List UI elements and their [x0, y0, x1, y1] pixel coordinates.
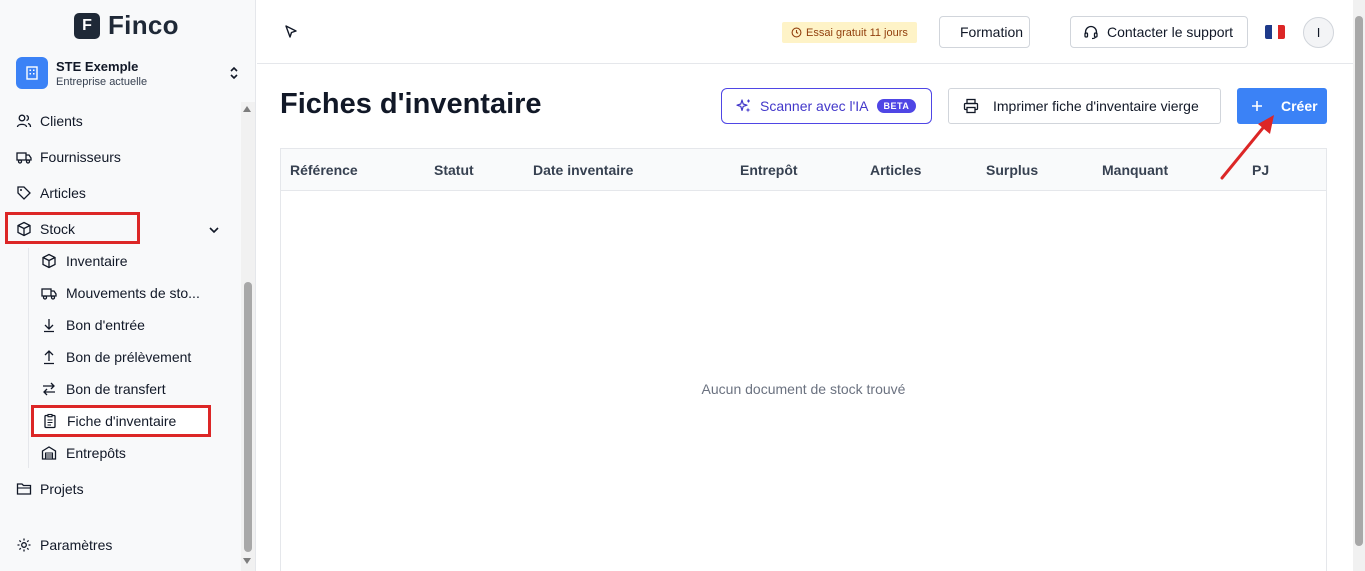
clock-icon	[791, 27, 802, 38]
folder-icon	[16, 483, 32, 495]
printer-icon	[963, 98, 979, 114]
box-icon	[17, 221, 31, 237]
sidebar-item-bon-prelevement[interactable]: Bon de prélèvement	[41, 345, 191, 369]
logo-mark: F	[74, 12, 100, 39]
scan-ai-button[interactable]: Scanner avec l'IA BETA	[721, 88, 932, 124]
scroll-up-arrow[interactable]	[243, 106, 251, 112]
sidebar-item-bon-entree[interactable]: Bon d'entrée	[41, 313, 145, 337]
user-avatar[interactable]: I	[1303, 17, 1334, 48]
print-blank-button[interactable]: Imprimer fiche d'inventaire vierge	[948, 88, 1221, 124]
sidebar-item-label: Bon de transfert	[66, 381, 166, 397]
sidebar-item-entrepots[interactable]: Entrepôts	[41, 441, 126, 465]
sidebar-scroll-thumb[interactable]	[244, 282, 252, 552]
sidebar-item-fiche-inventaire[interactable]: Fiche d'inventaire	[42, 409, 176, 433]
headset-icon	[1084, 25, 1098, 40]
users-icon	[16, 114, 32, 128]
trial-text: Essai gratuit 11 jours	[806, 26, 908, 39]
sidebar-item-label: Articles	[40, 185, 86, 201]
sidebar-item-label: Mouvements de sto...	[66, 285, 200, 301]
support-label: Contacter le support	[1107, 24, 1234, 40]
inventory-table: Référence Statut Date inventaire Entrepô…	[280, 148, 1327, 571]
sidebar-item-fournisseurs[interactable]: Fournisseurs	[16, 145, 121, 169]
sidebar-item-label: Bon de prélèvement	[66, 349, 192, 365]
sidebar-item-inventaire[interactable]: Inventaire	[41, 249, 127, 273]
sidebar-item-label: Bon d'entrée	[66, 317, 145, 333]
empty-state-message: Aucun document de stock trouvé	[701, 381, 906, 397]
sidebar-item-label: Paramètres	[40, 537, 113, 553]
column-header-statut[interactable]: Statut	[434, 162, 474, 178]
sidebar-item-label: Fiche d'inventaire	[67, 413, 177, 429]
sidebar: F Finco STE Exemple Entreprise actuelle …	[0, 0, 256, 571]
warehouse-icon	[41, 446, 57, 460]
sidebar-item-projets[interactable]: Projets	[16, 477, 84, 501]
trial-badge[interactable]: Essai gratuit 11 jours	[782, 22, 917, 43]
sparkles-icon	[736, 99, 751, 113]
sidebar-item-label: Entrepôts	[66, 445, 126, 461]
column-header-reference[interactable]: Référence	[290, 162, 358, 178]
french-flag-icon[interactable]	[1265, 25, 1285, 39]
formation-label: Formation	[960, 24, 1024, 40]
sidebar-item-mouvements[interactable]: Mouvements de sto...	[41, 281, 200, 305]
sidebar-item-label: Stock	[40, 221, 76, 237]
subnav-divider	[28, 248, 29, 468]
company-subtitle: Entreprise actuelle	[56, 75, 148, 88]
gear-icon	[17, 538, 31, 552]
topbar: Essai gratuit 11 jours Formation Contact…	[257, 0, 1353, 64]
arrow-up-icon	[44, 350, 54, 365]
truck-icon	[41, 288, 57, 300]
page-title: Fiches d'inventaire	[280, 88, 542, 120]
chevron-up-down-icon	[226, 63, 242, 83]
app-root: F Finco STE Exemple Entreprise actuelle …	[0, 0, 1365, 571]
company-switcher[interactable]: STE Exemple Entreprise actuelle	[16, 56, 242, 90]
sidebar-item-label: Clients	[40, 113, 83, 129]
sidebar-item-parametres[interactable]: Paramètres	[16, 533, 112, 557]
sidebar-item-articles[interactable]: Articles	[16, 181, 86, 205]
table-header: Référence Statut Date inventaire Entrepô…	[281, 149, 1326, 191]
box-icon	[42, 253, 56, 269]
beta-badge: BETA	[876, 99, 917, 113]
tag-icon	[17, 186, 31, 200]
sidebar-item-bon-transfert[interactable]: Bon de transfert	[41, 377, 166, 401]
sidebar-item-stock[interactable]: Stock	[16, 217, 75, 241]
sidebar-item-label: Projets	[40, 481, 84, 497]
scroll-down-arrow[interactable]	[243, 558, 251, 564]
company-name: STE Exemple	[56, 58, 139, 74]
sidebar-item-label: Fournisseurs	[40, 149, 121, 165]
chevron-down-icon[interactable]	[208, 222, 220, 240]
truck-icon	[16, 152, 32, 164]
column-header-articles[interactable]: Articles	[870, 162, 921, 178]
arrow-down-icon	[44, 319, 54, 333]
clipboard-icon	[44, 413, 56, 429]
scan-ai-label: Scanner avec l'IA	[760, 98, 869, 114]
column-header-entrepot[interactable]: Entrepôt	[740, 162, 798, 178]
create-label: Créer	[1281, 98, 1318, 114]
sidebar-item-clients[interactable]: Clients	[16, 109, 83, 133]
transfer-icon	[43, 382, 55, 396]
cursor-icon[interactable]	[283, 24, 299, 45]
support-button[interactable]: Contacter le support	[1070, 16, 1248, 48]
print-blank-label: Imprimer fiche d'inventaire vierge	[993, 98, 1199, 114]
page-scroll-thumb[interactable]	[1355, 16, 1363, 546]
building-icon	[16, 57, 48, 89]
logo-text: Finco	[108, 10, 179, 40]
annotation-arrow-icon	[1220, 115, 1274, 180]
sidebar-item-label: Inventaire	[66, 253, 128, 269]
column-header-manquant[interactable]: Manquant	[1102, 162, 1168, 178]
column-header-date-inventaire[interactable]: Date inventaire	[533, 162, 633, 178]
column-header-surplus[interactable]: Surplus	[986, 162, 1038, 178]
formation-button[interactable]: Formation	[939, 16, 1030, 48]
app-logo[interactable]: F Finco	[74, 10, 179, 41]
